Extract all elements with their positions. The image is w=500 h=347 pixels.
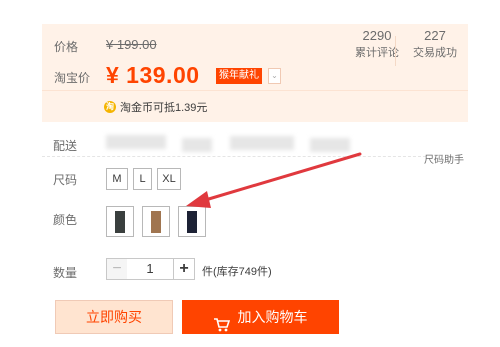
sales-count: 227 bbox=[424, 28, 446, 43]
price-label: 价格 bbox=[54, 40, 79, 54]
delivery-redacted bbox=[230, 136, 294, 150]
chevron-down-icon[interactable]: ⌄ bbox=[268, 68, 281, 84]
color-swatch-khaki[interactable] bbox=[142, 206, 170, 237]
price-panel: 价格 ¥ 199.00 淘宝价 ¥ 139.00 猴年献礼 ⌄ 2290 累计评… bbox=[42, 24, 468, 122]
delivery-label: 配送 bbox=[53, 139, 78, 153]
quantity-input[interactable]: 1 bbox=[127, 258, 173, 280]
sales-count-caption: 交易成功 bbox=[413, 47, 457, 59]
original-price: ¥ 199.00 bbox=[106, 37, 157, 52]
color-swatch-dark-gray[interactable] bbox=[106, 206, 134, 237]
size-helper-link[interactable]: 尺码助手 bbox=[424, 151, 464, 166]
color-swatch-navy[interactable] bbox=[178, 206, 206, 237]
add-to-cart-label: 加入购物车 bbox=[237, 309, 308, 325]
price-divider bbox=[42, 90, 468, 91]
delivery-redacted bbox=[182, 138, 212, 152]
size-label: 尺码 bbox=[53, 173, 78, 187]
taobao-price-label: 淘宝价 bbox=[54, 71, 91, 85]
size-option-l[interactable]: L bbox=[133, 168, 152, 190]
cart-icon bbox=[213, 310, 230, 332]
stats-divider bbox=[395, 36, 396, 66]
color-label: 颜色 bbox=[53, 213, 78, 227]
delivery-redacted bbox=[106, 135, 166, 149]
taobao-price: ¥ 139.00 bbox=[106, 62, 200, 88]
quantity-increment-button[interactable]: + bbox=[173, 258, 195, 280]
add-to-cart-button[interactable]: 加入购物车 bbox=[182, 300, 339, 334]
pants-icon bbox=[151, 210, 161, 233]
quantity-label: 数量 bbox=[53, 266, 78, 280]
quantity-decrement-button[interactable]: − bbox=[106, 258, 128, 280]
arrow-shaft bbox=[200, 152, 362, 203]
delivery-redacted bbox=[310, 138, 350, 152]
taojinbi-row: 淘 淘金币可抵1.39元 bbox=[104, 99, 207, 115]
promo-tag[interactable]: 猴年献礼 bbox=[216, 68, 262, 84]
delivery-divider bbox=[42, 156, 426, 157]
pants-icon bbox=[115, 210, 125, 233]
coin-text: 淘金币可抵1.39元 bbox=[120, 102, 208, 114]
stock-text: 件(库存749件) bbox=[202, 266, 272, 278]
buy-now-button[interactable]: 立即购买 bbox=[55, 300, 173, 334]
coin-icon: 淘 bbox=[104, 101, 116, 113]
size-option-m[interactable]: M bbox=[106, 168, 128, 190]
size-option-xl[interactable]: XL bbox=[157, 168, 181, 190]
pants-icon bbox=[187, 210, 197, 233]
sales-count-stat[interactable]: 227 交易成功 bbox=[408, 28, 462, 60]
